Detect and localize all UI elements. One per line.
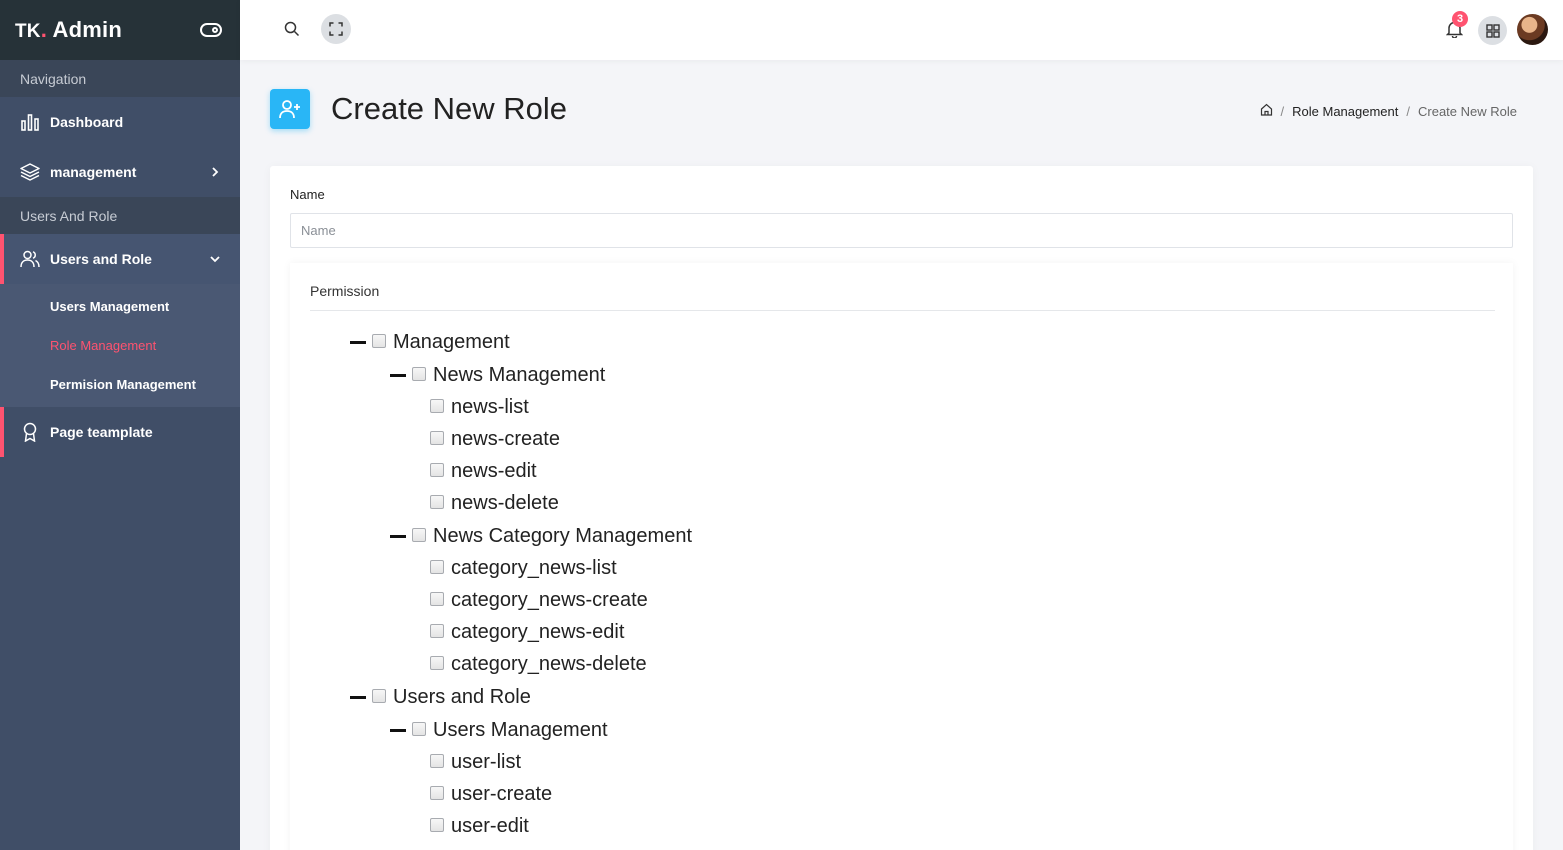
breadcrumb: / Role Management / Create New Role bbox=[1260, 103, 1517, 119]
tree-node-label: user-edit bbox=[451, 815, 529, 837]
checkbox[interactable] bbox=[430, 753, 444, 768]
tree-node-user-list: user-list bbox=[430, 751, 521, 774]
sidebar-toggle-icon[interactable] bbox=[200, 23, 222, 37]
tree-node-label: user-create bbox=[451, 783, 553, 805]
checkbox[interactable] bbox=[412, 366, 426, 381]
tree-node-category-news-list: category_news-list bbox=[430, 557, 617, 580]
tree-node-news-list: news-list bbox=[430, 396, 529, 419]
tree-node-label: category_news-delete bbox=[451, 653, 647, 675]
tree-node-news-delete: news-delete bbox=[430, 492, 559, 515]
tree-node-news-create: news-create bbox=[430, 428, 560, 451]
tree-node-user-create: user-create bbox=[430, 783, 552, 806]
name-label: Name bbox=[290, 187, 325, 202]
notification-badge: 3 bbox=[1452, 11, 1468, 27]
home-icon[interactable] bbox=[1260, 103, 1273, 119]
sidebar-item-label: management bbox=[50, 164, 137, 180]
fullscreen-icon[interactable] bbox=[321, 14, 351, 44]
breadcrumb-separator: / bbox=[1406, 103, 1410, 119]
tree-node-label: category_news-edit bbox=[451, 621, 625, 643]
checkbox[interactable] bbox=[430, 785, 444, 800]
tree-node-user-edit: user-edit bbox=[430, 815, 529, 838]
search-icon[interactable] bbox=[284, 21, 300, 42]
tree-node-label: News Management bbox=[433, 364, 606, 386]
sidebar-item-label: Dashboard bbox=[50, 114, 124, 130]
permission-panel: Permission Management News Management ne… bbox=[290, 263, 1513, 850]
tree-node-label: Users Management bbox=[433, 719, 608, 741]
bar-chart-icon bbox=[20, 112, 40, 132]
tree-node-label: category_news-create bbox=[451, 589, 648, 611]
tree-node-users-and-role: Users and Role bbox=[350, 686, 531, 709]
checkbox[interactable] bbox=[412, 527, 426, 542]
breadcrumb-separator: / bbox=[1280, 103, 1285, 119]
award-icon bbox=[20, 422, 40, 442]
name-input[interactable] bbox=[290, 213, 1513, 248]
tree-node-news-edit: news-edit bbox=[430, 460, 537, 483]
page-title: Create New Role bbox=[331, 91, 568, 126]
chevron-right-icon bbox=[210, 164, 220, 180]
permission-label: Permission bbox=[310, 283, 380, 299]
breadcrumb-role-management[interactable]: Role Management bbox=[1292, 104, 1398, 119]
chevron-down-icon bbox=[210, 251, 220, 267]
checkbox[interactable] bbox=[430, 623, 444, 638]
brand-logo[interactable]: TK. Admin bbox=[15, 17, 122, 43]
sidebar-item-users-and-role[interactable]: Users and Role bbox=[0, 234, 240, 284]
checkbox[interactable] bbox=[430, 462, 444, 477]
tree-node-label: News Category Management bbox=[433, 525, 693, 547]
tree-node-news-category-management: News Category Management bbox=[390, 525, 692, 548]
role-form-card: Name Permission Management News Manageme… bbox=[270, 166, 1533, 850]
checkbox[interactable] bbox=[430, 655, 444, 670]
tree-node-label: news-delete bbox=[451, 492, 559, 514]
apps-grid-icon[interactable] bbox=[1478, 16, 1507, 45]
user-avatar[interactable] bbox=[1517, 14, 1548, 45]
checkbox[interactable] bbox=[430, 591, 444, 606]
collapse-icon[interactable] bbox=[350, 341, 366, 344]
tree-node-label: news-list bbox=[451, 396, 529, 418]
tree-node-management: Management bbox=[350, 331, 510, 354]
brand-bar: TK. Admin bbox=[0, 0, 240, 60]
top-header: 3 bbox=[240, 0, 1563, 60]
sidebar-subitem-permission-management[interactable]: Permision Management bbox=[0, 365, 240, 404]
sidebar-item-label: Page teamplate bbox=[50, 424, 153, 440]
checkbox[interactable] bbox=[430, 494, 444, 509]
sidebar-item-dashboard[interactable]: Dashboard bbox=[0, 97, 240, 147]
nav-caption-navigation: Navigation bbox=[0, 60, 240, 97]
tree-node-label: news-create bbox=[451, 428, 560, 450]
collapse-icon[interactable] bbox=[390, 535, 406, 538]
tree-node-label: category_news-list bbox=[451, 557, 617, 579]
user-plus-icon bbox=[270, 89, 310, 129]
tree-node-users-management: Users Management bbox=[390, 719, 608, 742]
tree-node-category-news-create: category_news-create bbox=[430, 589, 648, 612]
tree-node-label: Users and Role bbox=[393, 686, 531, 708]
nav-caption-users: Users And Role bbox=[0, 197, 240, 234]
checkbox[interactable] bbox=[430, 430, 444, 445]
checkbox[interactable] bbox=[430, 817, 444, 832]
breadcrumb-current: Create New Role bbox=[1418, 103, 1517, 119]
tree-node-label: news-edit bbox=[451, 460, 537, 482]
page-header: Create New Role / Role Management / Crea… bbox=[270, 89, 1533, 131]
sidebar: TK. Admin Navigation Dashboard managemen… bbox=[0, 0, 240, 850]
users-icon bbox=[20, 249, 40, 269]
checkbox[interactable] bbox=[372, 688, 386, 703]
layers-icon bbox=[20, 162, 40, 182]
sidebar-subitem-role-management[interactable]: Role Management bbox=[0, 326, 240, 365]
collapse-icon[interactable] bbox=[350, 696, 366, 699]
checkbox[interactable] bbox=[430, 559, 444, 574]
sidebar-subitem-users-management[interactable]: Users Management bbox=[0, 287, 240, 326]
collapse-icon[interactable] bbox=[390, 374, 406, 377]
checkbox[interactable] bbox=[372, 333, 386, 348]
tree-node-category-news-edit: category_news-edit bbox=[430, 621, 624, 644]
users-submenu: Users Management Role Management Permisi… bbox=[0, 284, 240, 407]
sidebar-item-label: Users and Role bbox=[50, 251, 152, 267]
checkbox[interactable] bbox=[412, 721, 426, 736]
tree-node-label: Management bbox=[393, 331, 510, 353]
tree-node-label: user-list bbox=[451, 751, 522, 773]
checkbox[interactable] bbox=[430, 398, 444, 413]
sidebar-item-page-template[interactable]: Page teamplate bbox=[0, 407, 240, 457]
sidebar-item-management[interactable]: management bbox=[0, 147, 240, 197]
tree-node-category-news-delete: category_news-delete bbox=[430, 653, 647, 676]
collapse-icon[interactable] bbox=[390, 729, 406, 732]
divider bbox=[310, 310, 1495, 311]
tree-node-news-management: News Management bbox=[390, 364, 605, 387]
